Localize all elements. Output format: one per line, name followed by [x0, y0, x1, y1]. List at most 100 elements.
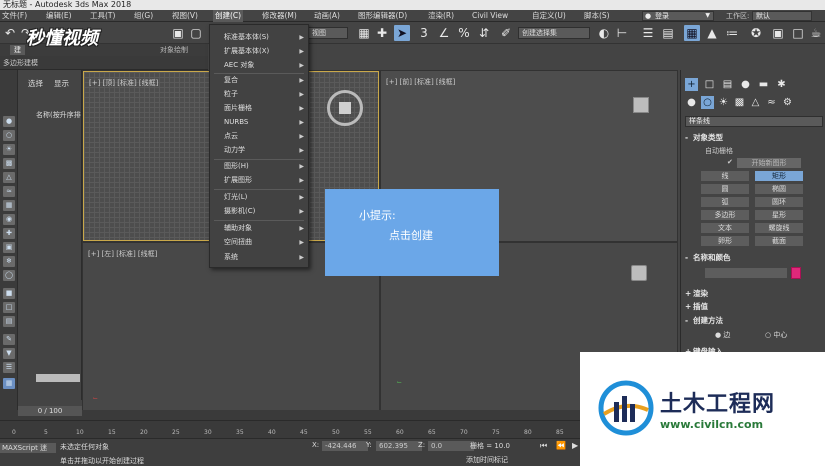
funnel-icon[interactable]: ▼ [3, 348, 15, 359]
geometry-icon[interactable]: ● [685, 96, 698, 109]
selection-set-dropdown[interactable]: 创建选择集 [518, 27, 590, 39]
viewport-top-label[interactable]: [+] [顶] [标准] [线框] [89, 78, 158, 88]
shape-button-donut[interactable]: 圆环 [755, 197, 803, 207]
timeline-track[interactable] [0, 410, 600, 420]
percent-snap-icon[interactable]: % [456, 25, 472, 41]
radio-center[interactable]: ○ 中心 [765, 330, 787, 340]
helpers-icon[interactable]: △ [749, 96, 762, 109]
spacewarps-icon[interactable]: ≈ [765, 96, 778, 109]
snap-3d-icon[interactable]: 3 [416, 25, 432, 41]
go-to-start-icon[interactable]: ⏮ [540, 441, 547, 451]
menu-item-extended-shapes[interactable]: 扩展图形 ▶ [210, 174, 308, 187]
scene-explorer-icon[interactable]: ▦ [684, 25, 700, 41]
layer-explorer-icon[interactable]: ☰ [640, 25, 656, 41]
display-tab-icon[interactable]: ▬ [757, 78, 770, 91]
viewport-left-label[interactable]: [+] [左] [标准] [线框] [88, 249, 157, 259]
hierarchy-tab-icon[interactable]: ▤ [721, 78, 734, 91]
tab-select[interactable]: 选择 [28, 78, 43, 89]
viewport-front-label[interactable]: [+] [前] [标准] [线框] [386, 77, 455, 87]
start-new-shape-button[interactable]: 开始新图形 [737, 158, 801, 168]
menu-tools[interactable]: 工具(T) [88, 10, 117, 22]
select-manipulate-icon[interactable]: ➤ [394, 25, 410, 41]
modify-tab-icon[interactable]: □ [703, 78, 716, 91]
menu-item-lights[interactable]: 灯光(L) ▶ [210, 191, 308, 204]
menu-item-patch-grids[interactable]: 面片栅格 ▶ [210, 102, 308, 115]
shape-button-star[interactable]: 星形 [755, 210, 803, 220]
filter-frozen-icon[interactable]: ❄ [3, 256, 15, 267]
menu-modifiers[interactable]: 修改器(M) [260, 10, 299, 22]
shape-button-ellipse[interactable]: 椭圆 [755, 184, 803, 194]
motion-tab-icon[interactable]: ● [739, 78, 752, 91]
display-none-icon[interactable]: □ [3, 302, 15, 313]
play-icon[interactable]: ▶ [572, 441, 578, 450]
menu-item-shapes[interactable]: 图形(H) ▶ [210, 160, 308, 173]
shape-button-line[interactable]: 线 [701, 171, 749, 181]
schematic-view-icon[interactable]: ≔ [724, 25, 740, 41]
menu-graph-editors[interactable]: 图形编辑器(D) [356, 10, 409, 22]
y-coordinate-field[interactable]: 602.395 [376, 441, 422, 451]
z-coordinate-field[interactable]: 0.0 [428, 441, 474, 451]
menu-item-nurbs[interactable]: NURBS ▶ [210, 116, 308, 129]
filter-shapes-icon[interactable]: ○ [3, 130, 15, 141]
filter-bones-icon[interactable]: ✚ [3, 228, 15, 239]
material-editor-icon[interactable]: ✪ [748, 25, 764, 41]
shape-button-arc[interactable]: 弧 [701, 197, 749, 207]
shapes-icon[interactable]: ○ [701, 96, 714, 109]
shape-button-egg[interactable]: 卵形 [701, 236, 749, 246]
track-bar[interactable]: 0 5 10 15 20 25 30 35 40 45 50 55 60 65 … [0, 420, 600, 438]
render-setup-icon[interactable]: ▣ [770, 25, 786, 41]
viewcube-icon[interactable] [631, 265, 647, 281]
layers-icon[interactable]: ☰ [3, 362, 15, 373]
filter-cameras-icon[interactable]: ▩ [3, 158, 15, 169]
pencil-icon[interactable]: ✎ [3, 334, 15, 345]
lights-icon[interactable]: ☀ [717, 96, 730, 109]
filter-hidden-icon[interactable]: ◯ [3, 270, 15, 281]
select-region-icon[interactable]: ▢ [188, 25, 204, 41]
menu-item-helpers[interactable]: 辅助对象 ▶ [210, 222, 308, 235]
systems-icon[interactable]: ⚙ [781, 96, 794, 109]
curve-editor-icon[interactable]: ▲ [704, 25, 720, 41]
shape-button-section[interactable]: 截面 [755, 236, 803, 246]
tab-modeling[interactable]: 建 [10, 45, 25, 55]
display-all-icon[interactable]: ■ [3, 288, 15, 299]
checkbox-check-icon[interactable]: ✔ [727, 158, 733, 166]
section-creation-method[interactable]: - 创建方法 [685, 315, 823, 326]
menu-create[interactable]: 创建(C) [213, 10, 244, 22]
spinner-snap-icon[interactable]: ⇵ [476, 25, 492, 41]
object-name-input[interactable] [705, 268, 787, 278]
menu-group[interactable]: 组(G) [132, 10, 155, 22]
tab-display[interactable]: 显示 [54, 78, 69, 89]
filter-geometry-icon[interactable]: ● [3, 116, 15, 127]
render-icon[interactable]: ☕ [808, 25, 824, 41]
shape-button-ngon[interactable]: 多边形 [701, 210, 749, 220]
mirror-icon[interactable]: ◐ [596, 25, 612, 41]
undo-icon[interactable]: ↶ [2, 25, 18, 41]
toggle-ribbon-icon[interactable]: ▤ [660, 25, 676, 41]
x-coordinate-field[interactable]: -424.446 [322, 441, 368, 451]
menu-item-dynamics[interactable]: 动力学 ▶ [210, 144, 308, 157]
utilities-tab-icon[interactable]: ✱ [775, 78, 788, 91]
category-dropdown[interactable]: 样条线 [685, 116, 823, 127]
select-object-icon[interactable]: ▣ [170, 25, 186, 41]
filter-xrefs-icon[interactable]: ◉ [3, 214, 15, 225]
radio-edge[interactable]: ● 边 [715, 330, 730, 340]
menu-item-systems[interactable]: 系统 ▶ [210, 251, 308, 264]
tab-object-paint[interactable]: 对象绘制 [156, 45, 192, 55]
shape-button-circle[interactable]: 圆 [701, 184, 749, 194]
menu-view[interactable]: 视图(V) [170, 10, 200, 22]
previous-frame-icon[interactable]: ⏪ [556, 441, 566, 450]
menu-item-extended-primitives[interactable]: 扩展基本体(X) ▶ [210, 45, 308, 58]
filter-containers-icon[interactable]: ▣ [3, 242, 15, 253]
object-color-swatch[interactable] [791, 267, 801, 279]
menu-animation[interactable]: 动画(A) [312, 10, 342, 22]
shape-button-rectangle[interactable]: 矩形 [755, 171, 803, 181]
menu-rendering[interactable]: 渲染(R) [426, 10, 456, 22]
invert-display-icon[interactable]: ▤ [3, 316, 15, 327]
login-dropdown[interactable]: ● 登录 ▼ [642, 11, 714, 21]
filter-lights-icon[interactable]: ☀ [3, 144, 15, 155]
menu-item-standard-primitives[interactable]: 标准基本体(S) ▶ [210, 31, 308, 44]
menu-customize[interactable]: 自定义(U) [530, 10, 568, 22]
filter-groups-icon[interactable]: ▦ [3, 200, 15, 211]
add-time-tag[interactable]: 添加时间标记 [466, 455, 508, 465]
menu-civil-view[interactable]: Civil View [470, 10, 510, 22]
